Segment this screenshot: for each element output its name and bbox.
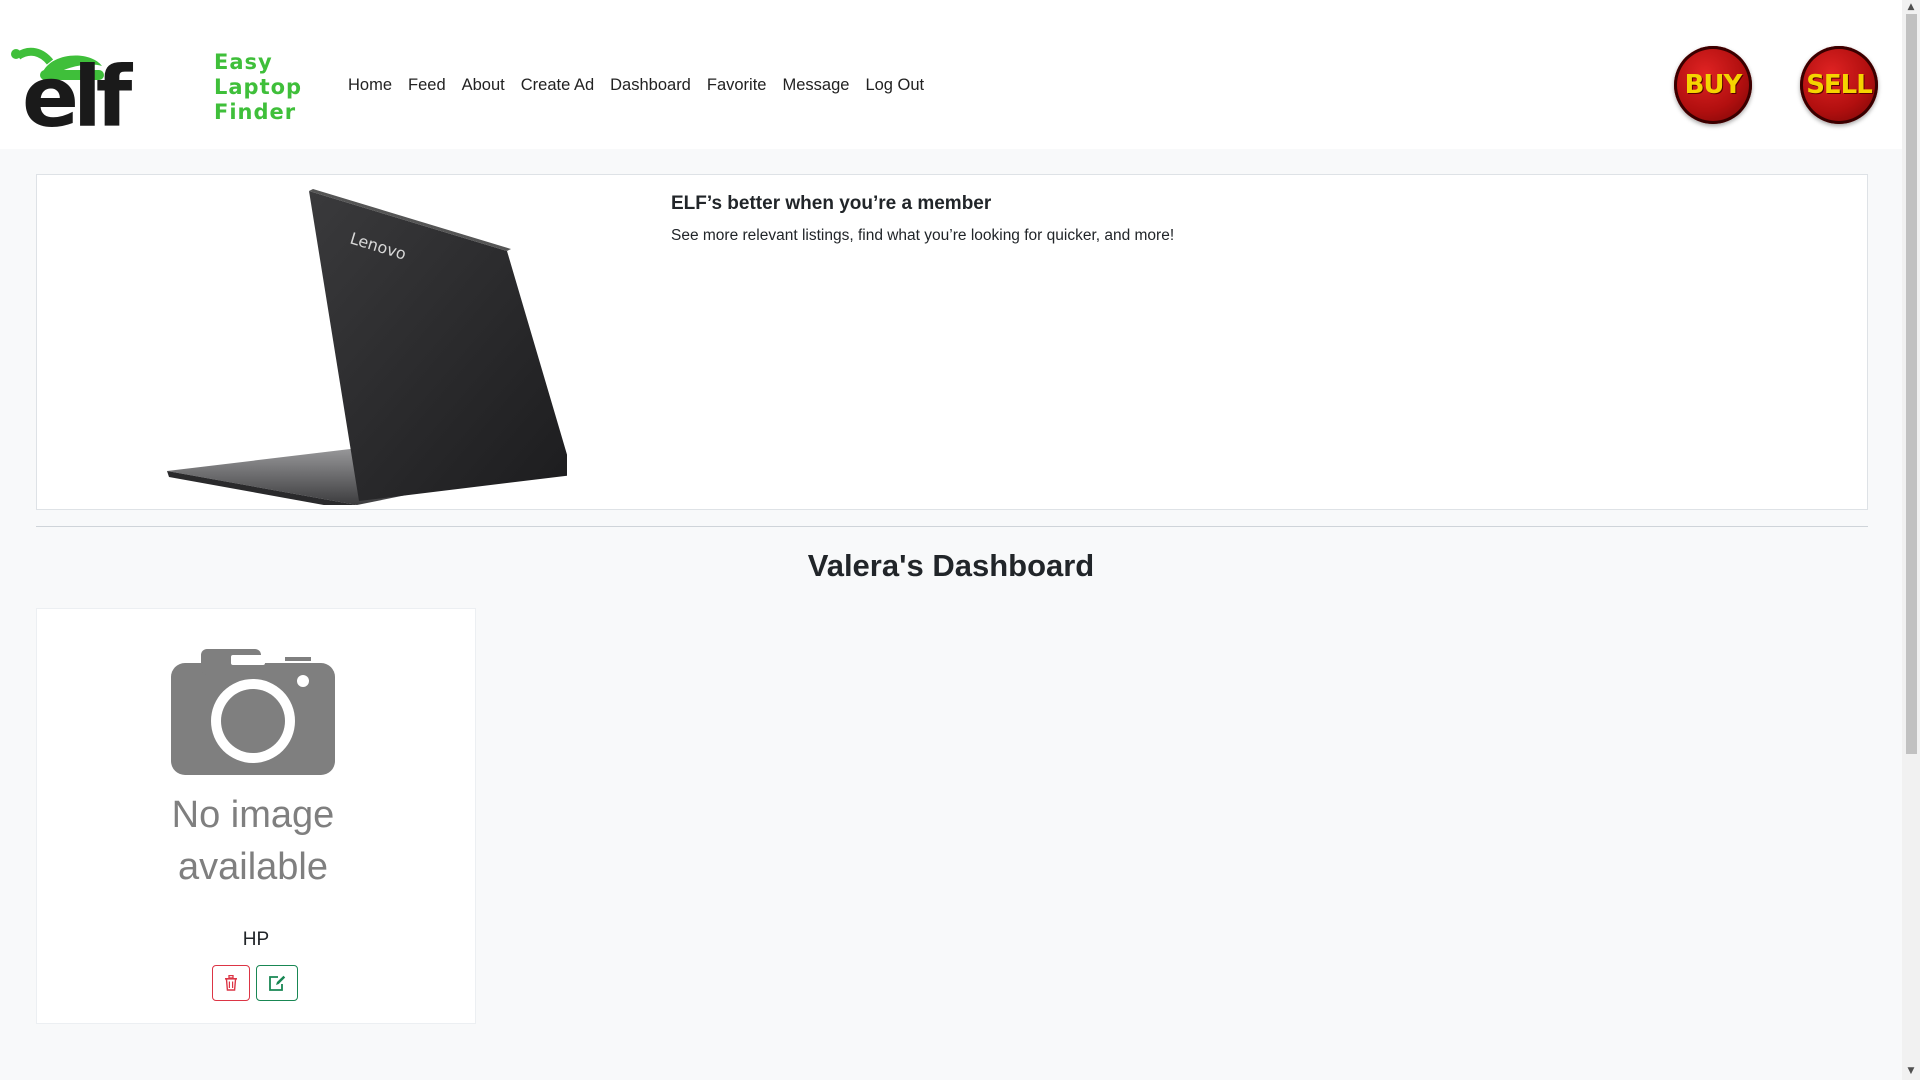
no-image-line-2: available (178, 846, 328, 888)
no-image-line-1: No image (172, 794, 335, 836)
laptop-image: Lenovo (167, 189, 567, 505)
page-scrollbar[interactable]: ▲ ▼ (1902, 0, 1920, 1080)
edit-listing-button[interactable] (256, 965, 298, 1001)
brand-logo[interactable]: elf Easy Laptop Finder (10, 44, 310, 130)
scrollbar-thumb[interactable] (1906, 14, 1917, 754)
sell-button[interactable]: SELL (1800, 46, 1878, 124)
trash-icon (225, 975, 237, 991)
brand-tagline: Easy Laptop Finder (214, 50, 302, 125)
nav-create-ad[interactable]: Create Ad (521, 72, 594, 98)
main-nav: Home Feed About Create Ad Dashboard Favo… (348, 72, 940, 98)
tagline-line-3: Finder (214, 100, 297, 124)
delete-listing-button[interactable] (212, 965, 250, 1001)
member-banner: Lenovo ELF’s better when you’re a member… (36, 174, 1868, 510)
banner-text: See more relevant listings, find what yo… (671, 227, 1175, 244)
scroll-down-icon[interactable]: ▼ (1906, 1066, 1916, 1076)
nav-about[interactable]: About (462, 72, 505, 98)
tagline-line-1: Easy (214, 50, 273, 74)
nav-dashboard[interactable]: Dashboard (610, 72, 691, 98)
banner-title: ELF’s better when you’re a member (671, 193, 992, 214)
nav-feed[interactable]: Feed (408, 72, 446, 98)
page-title: Valera's Dashboard (807, 548, 1095, 583)
buy-button[interactable]: BUY (1674, 46, 1752, 124)
nav-favorite[interactable]: Favorite (707, 72, 767, 98)
elf-logo-icon: elf (11, 47, 140, 130)
nav-home[interactable]: Home (348, 72, 392, 98)
navbar: elf Easy Laptop Finder Home Feed About C… (0, 0, 1902, 149)
edit-icon (269, 975, 286, 991)
section-divider (36, 526, 1868, 527)
no-image-placeholder: No image available (171, 649, 335, 888)
tagline-line-2: Laptop (214, 75, 303, 99)
svg-text:elf: elf (22, 48, 134, 130)
scroll-up-icon[interactable]: ▲ (1906, 2, 1916, 12)
nav-message[interactable]: Message (782, 72, 849, 98)
listing-title: HP (242, 929, 270, 950)
camera-icon (171, 649, 335, 775)
nav-log-out[interactable]: Log Out (865, 72, 924, 98)
listing-card: No image available HP (36, 608, 476, 1024)
